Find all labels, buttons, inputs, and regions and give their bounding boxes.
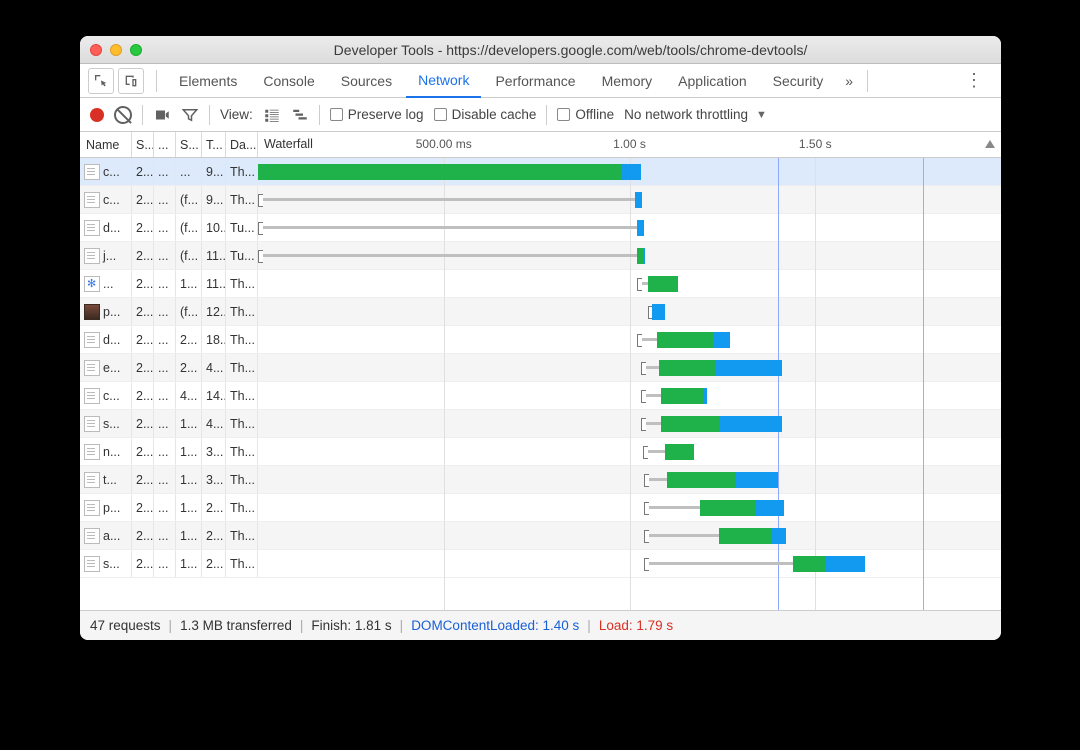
file-icon (84, 360, 100, 376)
col-status[interactable]: S... (132, 132, 154, 157)
status-finish: Finish: 1.81 s (311, 618, 391, 633)
clear-button[interactable] (114, 106, 132, 124)
file-icon (84, 276, 100, 292)
waterfall-view-icon[interactable] (291, 106, 309, 124)
waterfall-cell (258, 298, 1001, 325)
table-row[interactable]: ...2......1...11...Th... (80, 270, 1001, 298)
waterfall-cell (258, 410, 1001, 437)
table-row[interactable]: j...2......(f...11...Tu... (80, 242, 1001, 270)
status-requests: 47 requests (90, 618, 161, 633)
table-row[interactable]: e...2......2...4...Th... (80, 354, 1001, 382)
table-row[interactable]: s...2......1...4...Th... (80, 410, 1001, 438)
more-tabs[interactable]: » (837, 73, 861, 89)
waterfall-cell (258, 550, 1001, 577)
table-header: Name S... ... S... T... Da... Waterfall … (80, 132, 1001, 158)
table-row[interactable]: d...2......(f...10...Tu... (80, 214, 1001, 242)
table-row[interactable]: p...2......(f...12...Th... (80, 298, 1001, 326)
file-icon (84, 528, 100, 544)
waterfall-cell (258, 494, 1001, 521)
file-icon (84, 500, 100, 516)
minimize-button[interactable] (110, 44, 122, 56)
waterfall-cell (258, 158, 1001, 185)
close-button[interactable] (90, 44, 102, 56)
sort-indicator-icon (985, 140, 995, 148)
waterfall-cell (258, 382, 1001, 409)
titlebar: Developer Tools - https://developers.goo… (80, 36, 1001, 64)
file-icon (84, 332, 100, 348)
col-waterfall[interactable]: Waterfall 500.00 ms 1.00 s 1.50 s (258, 132, 1001, 157)
waterfall-cell (258, 270, 1001, 297)
status-bar: 47 requests | 1.3 MB transferred | Finis… (80, 610, 1001, 640)
file-icon (84, 556, 100, 572)
file-icon (84, 388, 100, 404)
file-icon (84, 248, 100, 264)
inspect-element-icon[interactable] (88, 68, 114, 94)
waterfall-cell (258, 438, 1001, 465)
waterfall-cell (258, 242, 1001, 269)
tab-network[interactable]: Network (406, 64, 481, 98)
settings-menu-icon[interactable]: ⋮ (955, 70, 993, 91)
file-icon (84, 472, 100, 488)
file-icon (84, 416, 100, 432)
network-toolbar: View: Preserve log Disable cache Offline… (80, 98, 1001, 132)
table-row[interactable]: s...2......1...2...Th... (80, 550, 1001, 578)
table-row[interactable]: c...2......4...14...Th... (80, 382, 1001, 410)
col-size[interactable]: S... (176, 132, 202, 157)
window-title: Developer Tools - https://developers.goo… (150, 42, 991, 58)
separator (156, 70, 157, 92)
col-date[interactable]: Da... (226, 132, 258, 157)
camera-icon[interactable] (153, 106, 171, 124)
waterfall-cell (258, 466, 1001, 493)
waterfall-cell (258, 186, 1001, 213)
throttling-select[interactable]: No network throttling ▼ (624, 107, 767, 122)
file-icon (84, 164, 100, 180)
panel-tabs: ElementsConsoleSourcesNetworkPerformance… (80, 64, 1001, 98)
file-icon (84, 220, 100, 236)
preserve-log-checkbox[interactable]: Preserve log (330, 107, 424, 122)
file-icon (84, 304, 100, 320)
col-name[interactable]: Name (80, 132, 132, 157)
waterfall-cell (258, 214, 1001, 241)
table-row[interactable]: c...2.........9...Th... (80, 158, 1001, 186)
tab-elements[interactable]: Elements (167, 64, 249, 98)
table-row[interactable]: c...2......(f...9...Th... (80, 186, 1001, 214)
window-controls (90, 44, 142, 56)
tab-performance[interactable]: Performance (483, 64, 587, 98)
record-button[interactable] (90, 108, 104, 122)
maximize-button[interactable] (130, 44, 142, 56)
status-transferred: 1.3 MB transferred (180, 618, 292, 633)
offline-checkbox[interactable]: Offline (557, 107, 614, 122)
table-row[interactable]: t...2......1...3...Th... (80, 466, 1001, 494)
request-table: c...2.........9...Th...c...2......(f...9… (80, 158, 1001, 610)
table-row[interactable]: a...2......1...2...Th... (80, 522, 1001, 550)
tab-console[interactable]: Console (251, 64, 326, 98)
tab-security[interactable]: Security (761, 64, 836, 98)
table-row[interactable]: p...2......1...2...Th... (80, 494, 1001, 522)
file-icon (84, 192, 100, 208)
tab-sources[interactable]: Sources (329, 64, 404, 98)
device-toolbar-icon[interactable] (118, 68, 144, 94)
status-dcl: DOMContentLoaded: 1.40 s (411, 618, 579, 633)
waterfall-cell (258, 354, 1001, 381)
table-row[interactable]: n...2......1...3...Th... (80, 438, 1001, 466)
disable-cache-checkbox[interactable]: Disable cache (434, 107, 537, 122)
waterfall-cell (258, 326, 1001, 353)
separator (867, 70, 868, 92)
file-icon (84, 444, 100, 460)
view-label: View: (220, 107, 253, 122)
tab-memory[interactable]: Memory (590, 64, 665, 98)
waterfall-cell (258, 522, 1001, 549)
large-rows-icon[interactable] (263, 106, 281, 124)
table-row[interactable]: d...2......2...18...Th... (80, 326, 1001, 354)
col-time[interactable]: T... (202, 132, 226, 157)
status-load: Load: 1.79 s (599, 618, 673, 633)
tab-application[interactable]: Application (666, 64, 759, 98)
col-type[interactable]: ... (154, 132, 176, 157)
filter-icon[interactable] (181, 106, 199, 124)
devtools-window: Developer Tools - https://developers.goo… (80, 36, 1001, 640)
